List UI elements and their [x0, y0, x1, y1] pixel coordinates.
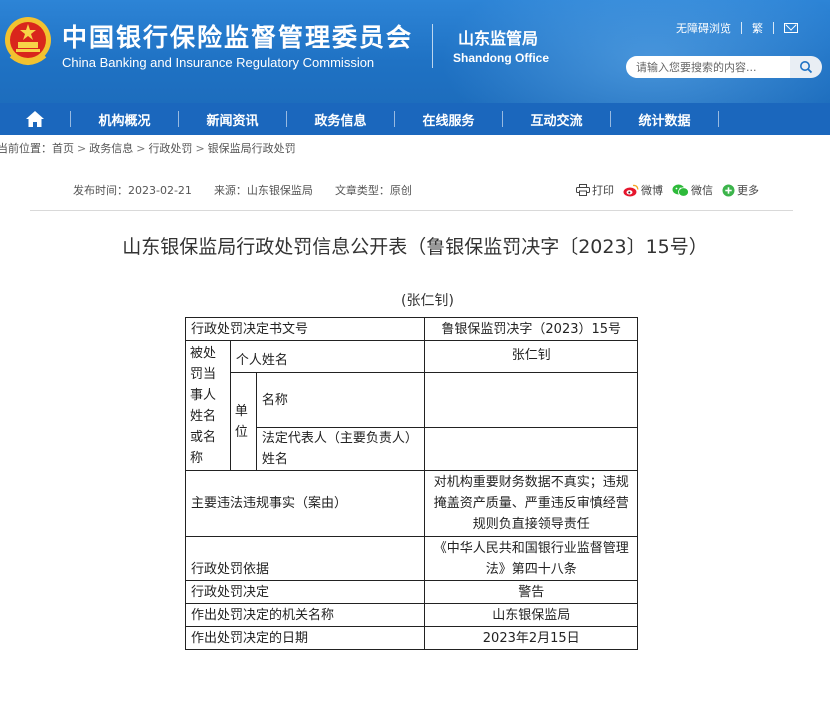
search-box: [626, 56, 822, 78]
weibo-icon: [623, 184, 639, 196]
article-type: 文章类型：原创: [334, 184, 412, 197]
article-meta: 发布时间：2023-02-21 来源：山东银保监局 文章类型：原创: [73, 182, 434, 198]
legal-rep-label: 法定代表人（主要负责人）姓名: [255, 427, 426, 471]
unit-label: 单位: [229, 372, 257, 471]
top-links-divider: [741, 22, 742, 34]
table-row: 行政处罚决定书文号 鲁银保监罚决字（2023）15号: [184, 317, 638, 341]
breadcrumb-label: 当前位置：: [0, 142, 52, 155]
basis-label: 行政处罚依据: [184, 536, 426, 581]
party-label: 被处罚当事人姓名或名称: [185, 340, 231, 471]
main-nav: 机构概况 新闻资讯 政务信息 在线服务 互动交流 统计数据: [0, 103, 830, 135]
branch-title-en: Shandong Office: [453, 51, 549, 65]
table-row: 单位 名称: [186, 372, 638, 471]
nav-item-interaction[interactable]: 互动交流: [503, 103, 610, 135]
print-label: 打印: [592, 184, 614, 197]
article-source: 来源：山东银保监局: [213, 184, 313, 197]
site-title-cn[interactable]: 中国银行保险监督管理委员会: [62, 18, 413, 54]
decision-value: 警告: [424, 580, 638, 604]
wechat-icon: [672, 184, 689, 197]
breadcrumb-home[interactable]: 首页: [52, 140, 74, 156]
search-icon: [800, 61, 813, 74]
more-label: 更多: [737, 184, 759, 197]
authority-value: 山东银保监局: [424, 603, 638, 627]
header-divider: [432, 24, 433, 68]
doc-number-label: 行政处罚决定书文号: [184, 317, 426, 341]
print-button[interactable]: 打印: [576, 182, 614, 198]
wechat-label: 微信: [691, 184, 713, 197]
person-name-label: 个人姓名: [229, 340, 426, 373]
table-row: 主要违法违规事实（案由） 对机构重要财务数据不真实；违规掩盖资产质量、严重违反审…: [184, 470, 638, 537]
penalty-info-table: 行政处罚决定书文号 鲁银保监罚决字（2023）15号 被处罚当事人姓名或名称 个…: [184, 317, 638, 650]
breadcrumb-bureau-penalties[interactable]: 银保监局行政处罚: [208, 140, 296, 156]
nav-item-government-info[interactable]: 政务信息: [287, 103, 394, 135]
publish-time: 发布时间：2023-02-21: [73, 184, 192, 197]
nav-divider: [718, 111, 719, 127]
person-name-value: 张仁钊: [424, 340, 638, 373]
basis-value: 《中华人民共和国银行业监督管理法》第四十八条: [424, 536, 638, 581]
mail-icon[interactable]: [784, 23, 798, 33]
breadcrumb-separator: >: [77, 141, 87, 155]
home-icon: [26, 111, 44, 127]
breadcrumb-penalties[interactable]: 行政处罚: [148, 140, 192, 156]
date-value: 2023年2月15日: [424, 626, 638, 650]
top-links: 无障碍浏览 繁: [676, 20, 798, 36]
table-row: 作出处罚决定的日期 2023年2月15日: [184, 626, 638, 650]
printer-icon: [576, 184, 590, 196]
document-title: 山东银保监局行政处罚信息公开表（鲁银保监罚决字〔2023〕15号）: [122, 236, 708, 258]
share-weibo-button[interactable]: 微博: [623, 182, 663, 198]
share-bar: 打印 微博 微信 更多: [576, 182, 768, 198]
unit-name-value: [424, 372, 638, 428]
share-more-button[interactable]: 更多: [722, 182, 759, 198]
nav-home[interactable]: [0, 103, 70, 135]
nav-item-news[interactable]: 新闻资讯: [179, 103, 286, 135]
table-row: 被处罚当事人姓名或名称 个人姓名 张仁钊: [185, 340, 638, 471]
site-header: 中国银行保险监督管理委员会 China Banking and Insuranc…: [0, 0, 830, 103]
branch-title-cn: 山东监管局: [458, 29, 539, 48]
nav-item-statistics[interactable]: 统计数据: [611, 103, 718, 135]
nav-item-about[interactable]: 机构概况: [71, 103, 178, 135]
weibo-label: 微博: [641, 184, 663, 197]
breadcrumb: 当前位置： 首页 > 政务信息 > 行政处罚 > 银保监局行政处罚: [0, 138, 296, 158]
date-label: 作出处罚决定的日期: [184, 626, 426, 650]
doc-number-value: 鲁银保监罚决字（2023）15号: [424, 317, 638, 341]
unit-name-label: 名称: [255, 372, 426, 428]
search-button[interactable]: [790, 56, 822, 78]
authority-label: 作出处罚决定的机关名称: [184, 603, 426, 627]
breadcrumb-separator: >: [195, 141, 205, 155]
plus-circle-icon: [722, 184, 735, 196]
traditional-chinese-link[interactable]: 繁: [752, 20, 763, 36]
legal-rep-value: [424, 427, 638, 471]
share-wechat-button[interactable]: 微信: [672, 182, 713, 198]
breadcrumb-government-info[interactable]: 政务信息: [89, 140, 133, 156]
national-emblem-icon[interactable]: [3, 12, 53, 72]
site-title-en: China Banking and Insurance Regulatory C…: [62, 55, 375, 70]
violation-value: 对机构重要财务数据不真实；违规掩盖资产质量、严重违反审慎经营规则负直接领导责任: [424, 470, 638, 537]
document-subject: (张仁钊): [401, 293, 454, 309]
accessibility-link[interactable]: 无障碍浏览: [676, 20, 731, 36]
meta-divider: [30, 210, 793, 211]
table-row: 作出处罚决定的机关名称 山东银保监局: [184, 603, 638, 627]
decision-label: 行政处罚决定: [184, 580, 426, 604]
search-input[interactable]: [626, 56, 790, 78]
nav-item-online-services[interactable]: 在线服务: [395, 103, 502, 135]
table-row: 行政处罚依据 《中华人民共和国银行业监督管理法》第四十八条: [184, 536, 638, 581]
breadcrumb-separator: >: [136, 141, 146, 155]
violation-label: 主要违法违规事实（案由）: [184, 470, 426, 537]
table-row: 行政处罚决定 警告: [184, 580, 638, 604]
top-links-divider: [773, 22, 774, 34]
